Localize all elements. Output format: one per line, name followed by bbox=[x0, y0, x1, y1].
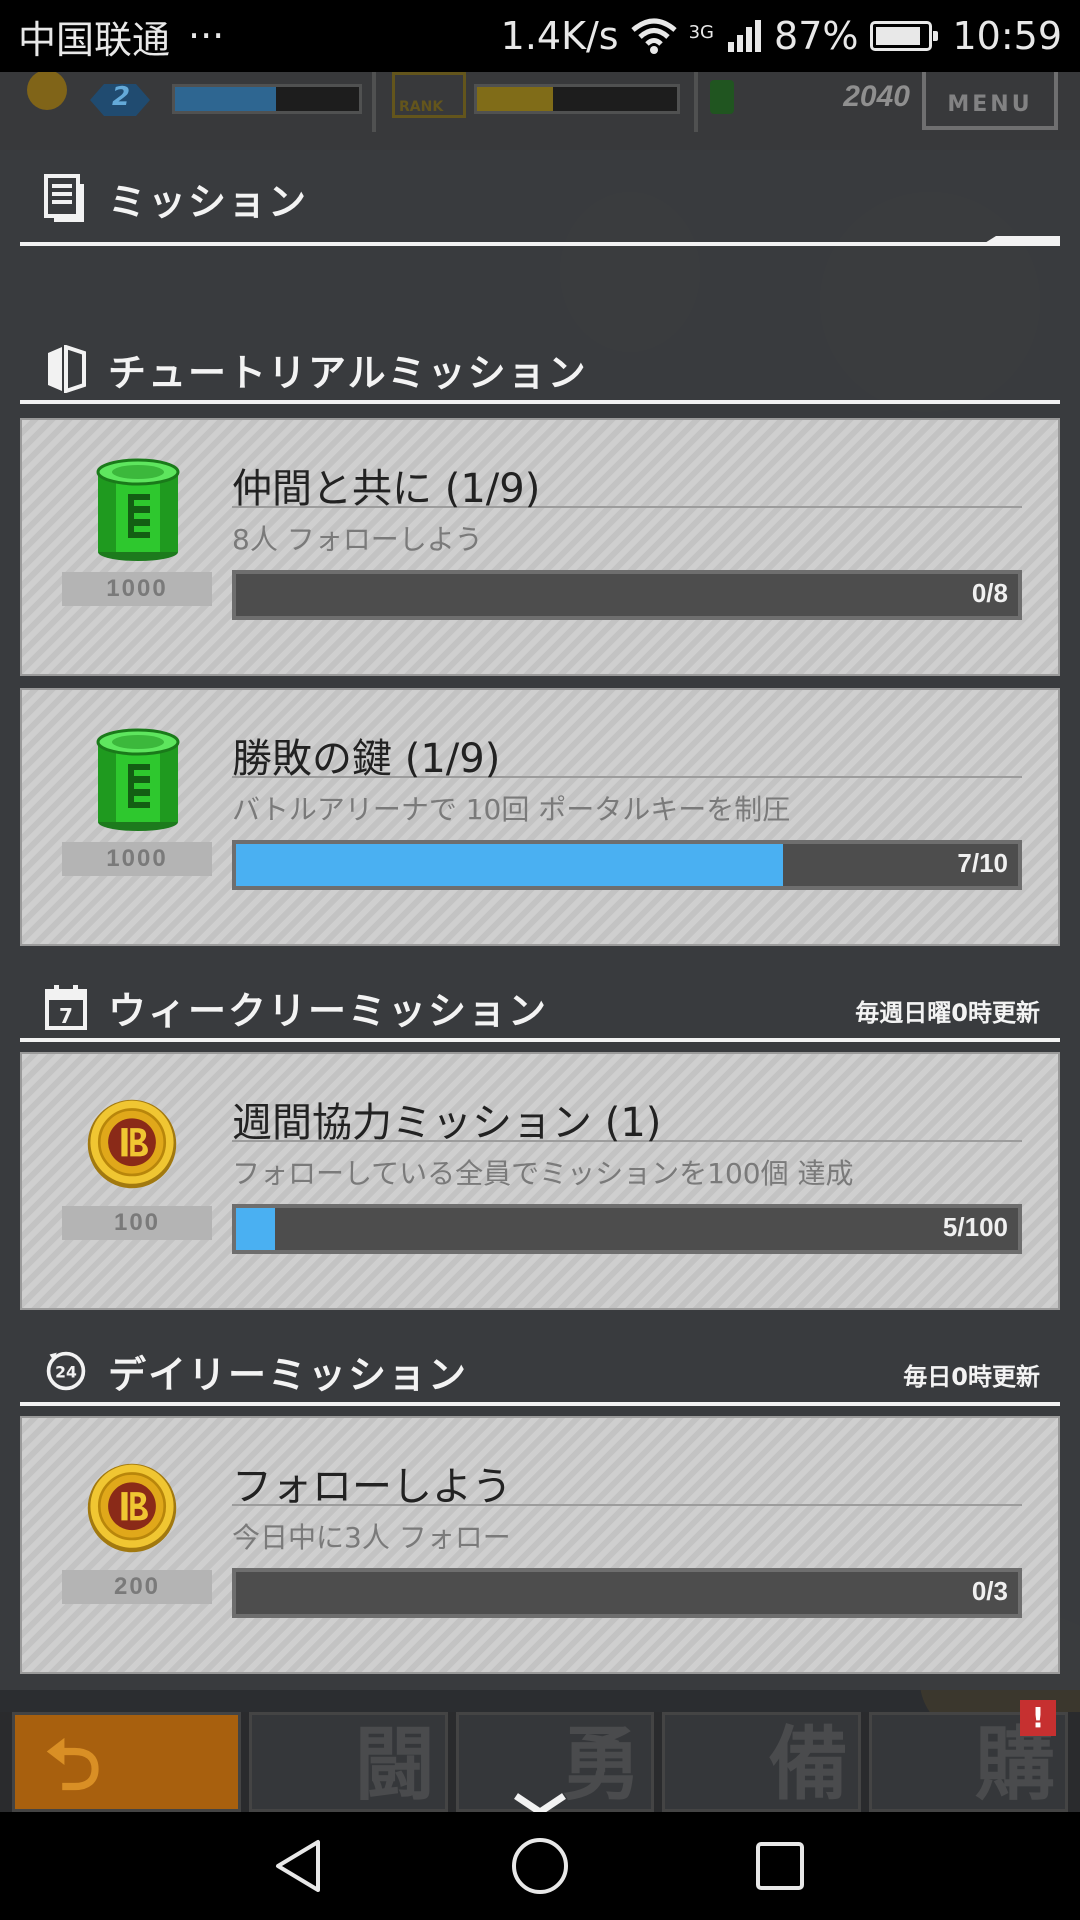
home-nav-icon[interactable] bbox=[508, 1834, 572, 1898]
chevron-down-icon[interactable] bbox=[510, 1792, 570, 1812]
battery-percent: 87% bbox=[774, 14, 859, 58]
refresh-note: 毎日0時更新 bbox=[903, 1363, 1040, 1391]
section-header-daily: 24 デイリーミッション 毎日0時更新 bbox=[20, 1336, 1060, 1406]
progress-fill bbox=[236, 1208, 276, 1250]
title-underline bbox=[20, 242, 1060, 246]
reward-amount: 1000 bbox=[62, 842, 212, 876]
green-can-icon bbox=[96, 458, 180, 561]
gold-coin-icon bbox=[87, 1463, 177, 1553]
section-title: ウィークリーミッション bbox=[108, 988, 549, 1033]
reward-amount: 1000 bbox=[62, 572, 212, 606]
book-icon bbox=[48, 345, 86, 393]
clock-24-icon: 24 bbox=[46, 1351, 86, 1391]
nav-equip[interactable]: 備 bbox=[662, 1712, 862, 1812]
menu-button[interactable]: MENU bbox=[922, 72, 1058, 130]
refresh-note: 毎週日曜0時更新 bbox=[855, 999, 1040, 1027]
nav-label: 備 bbox=[768, 1718, 849, 1811]
mission-title: 仲間と共に (1/9) bbox=[232, 456, 1022, 512]
reward-amount: 100 bbox=[62, 1206, 212, 1240]
battery-icon bbox=[870, 21, 939, 51]
mission-title: フォローしよう bbox=[232, 1454, 1022, 1510]
nav-label: 闘 bbox=[354, 1718, 435, 1811]
wifi-icon bbox=[630, 18, 677, 54]
network-speed: 1.4K/s bbox=[500, 14, 619, 58]
section-title: チュートリアルミッション bbox=[108, 350, 588, 395]
hud-divider bbox=[694, 72, 698, 132]
progress-text: 0/3 bbox=[971, 1576, 1008, 1606]
progress-bar: 7/10 bbox=[232, 840, 1022, 890]
mission-description: 今日中に3人 フォロー bbox=[232, 1521, 511, 1554]
section-title: デイリーミッション bbox=[108, 1352, 469, 1397]
alert-badge: ! bbox=[1020, 1700, 1056, 1736]
green-can-icon bbox=[96, 728, 180, 831]
status-bar: 中国联通 ··· 1.4K/s 3G 87% 10:59 bbox=[0, 0, 1080, 72]
section-header-weekly: 7 ウィークリーミッション 毎週日曜0時更新 bbox=[20, 972, 1060, 1042]
back-nav-icon[interactable] bbox=[268, 1834, 332, 1898]
progress-bar: 0/3 bbox=[232, 1568, 1022, 1618]
nav-battle[interactable]: 闘 bbox=[248, 1712, 448, 1812]
menu-label: MENU bbox=[947, 92, 1033, 117]
mission-description: フォローしている全員でミッションを100個 達成 bbox=[232, 1157, 854, 1190]
document-icon bbox=[44, 174, 84, 222]
mission-card[interactable]: 100 週間協力ミッション (1) フォローしている全員でミッションを100個 … bbox=[20, 1052, 1060, 1310]
progress-text: 0/8 bbox=[971, 578, 1008, 608]
back-button[interactable]: ⮌ bbox=[12, 1712, 241, 1812]
page-title: ミッション bbox=[108, 179, 309, 224]
back-arrow-icon: ⮌ bbox=[45, 1724, 102, 1806]
exp-bar bbox=[172, 84, 362, 114]
rank-label: RANK bbox=[399, 99, 444, 115]
progress-bar: 0/8 bbox=[232, 570, 1022, 620]
currency-display: 2040 bbox=[760, 72, 910, 122]
rank-badge: RANK bbox=[392, 72, 466, 118]
game-screen: 2 RANK 2040 MENU ミッション チュートリアルミッション 1000… bbox=[0, 72, 1080, 1812]
carrier-label: 中国联通 bbox=[18, 17, 171, 62]
section-underline bbox=[20, 1038, 1060, 1042]
player-level: 2 bbox=[112, 82, 131, 112]
section-underline bbox=[20, 400, 1060, 404]
section-underline bbox=[20, 1402, 1060, 1406]
section-header-tutorial: チュートリアルミッション bbox=[20, 334, 1060, 404]
calendar-icon: 7 bbox=[45, 985, 87, 1030]
signal-icon bbox=[728, 20, 762, 52]
mission-card[interactable]: 1000 勝敗の鍵 (1/9) バトルアリーナで 10回 ポータルキーを制圧 7… bbox=[20, 688, 1060, 946]
mission-panel: ミッション チュートリアルミッション 1000 仲間と共に (1/9) 8人 フ… bbox=[0, 150, 1080, 1690]
nav-label: 勇 bbox=[561, 1718, 642, 1811]
mission-card[interactable]: 1000 仲間と共に (1/9) 8人 フォローしよう 0/8 bbox=[20, 418, 1060, 676]
rank-bar bbox=[474, 84, 680, 114]
system-nav-bar bbox=[0, 1812, 1080, 1920]
progress-text: 7/10 bbox=[957, 848, 1008, 878]
gold-coin-icon bbox=[87, 1099, 177, 1189]
player-emblem-icon[interactable] bbox=[20, 72, 74, 120]
top-hud: 2 RANK 2040 MENU bbox=[0, 72, 1080, 150]
network-type: 3G bbox=[688, 22, 715, 43]
title-accent bbox=[980, 236, 1060, 246]
svg-text:24: 24 bbox=[55, 1363, 77, 1381]
mission-card[interactable]: 200 フォローしよう 今日中に3人 フォロー 0/3 bbox=[20, 1416, 1060, 1674]
progress-text: 5/100 bbox=[942, 1212, 1008, 1242]
clock: 10:59 bbox=[952, 14, 1062, 58]
page-title-bar: ミッション bbox=[20, 150, 1060, 246]
svg-text:7: 7 bbox=[59, 1004, 73, 1028]
currency-amount: 2040 bbox=[843, 80, 910, 113]
hud-divider bbox=[372, 72, 376, 132]
mission-title: 週間協力ミッション (1) bbox=[232, 1090, 1022, 1146]
more-indicator: ··· bbox=[188, 14, 225, 58]
recents-nav-icon[interactable] bbox=[748, 1834, 812, 1898]
mission-title: 勝敗の鍵 (1/9) bbox=[232, 726, 1022, 782]
green-can-icon bbox=[710, 80, 734, 114]
mission-description: 8人 フォローしよう bbox=[232, 523, 483, 556]
mission-description: バトルアリーナで 10回 ポータルキーを制圧 bbox=[232, 793, 791, 826]
reward-amount: 200 bbox=[62, 1570, 212, 1604]
progress-bar: 5/100 bbox=[232, 1204, 1022, 1254]
progress-fill bbox=[236, 844, 784, 886]
